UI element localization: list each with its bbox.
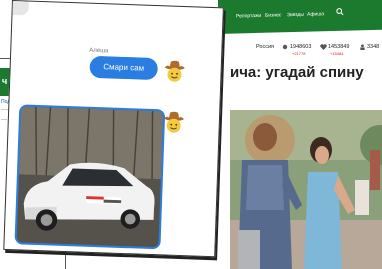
virus-icon xyxy=(282,44,288,50)
messenger-window: Алёша Смари сам xyxy=(3,0,224,258)
stat-likes: 1453849 xyxy=(328,44,350,50)
screen: Репортажи Бизнес Звезды Афиша Россия 194… xyxy=(0,0,382,269)
nav-item-reports[interactable]: Репортажи xyxy=(236,13,261,20)
stat-third: 3348 xyxy=(367,44,380,50)
window-corner xyxy=(12,1,29,16)
cowboy-emoji-avatar-icon[interactable] xyxy=(162,58,187,83)
header-fragment: ч xyxy=(2,76,8,86)
news-site-window: Репортажи Бизнес Звезды Афиша Россия 194… xyxy=(218,0,382,269)
stat-views: 1948603 xyxy=(290,44,312,50)
divider xyxy=(1,119,7,120)
nav-item-afisha[interactable]: Афиша xyxy=(307,11,324,17)
site-navbar: Репортажи Бизнес Звезды Афиша xyxy=(218,0,382,34)
region-label: Россия xyxy=(256,44,275,50)
article-headline: ича: угадай спину xyxy=(230,64,364,81)
stats-bar: Россия 1948603 +21778 1453849 +15484 334… xyxy=(256,44,382,58)
nav-item-business[interactable]: Бизнес xyxy=(265,12,281,18)
meme-image xyxy=(230,110,382,269)
sender-name: Алёша xyxy=(89,47,109,55)
heart-icon xyxy=(320,44,327,50)
search-icon[interactable] xyxy=(336,8,344,16)
car-photo-message[interactable] xyxy=(14,104,166,250)
stat-likes-delta: +15484 xyxy=(330,51,344,56)
message-bubble[interactable]: Смари сам xyxy=(89,55,159,81)
cowboy-emoji-avatar-icon[interactable] xyxy=(161,109,186,134)
person-icon xyxy=(360,44,365,50)
stat-views-delta: +21778 xyxy=(292,51,306,56)
nav-item-stars[interactable]: Звезды xyxy=(287,12,304,18)
